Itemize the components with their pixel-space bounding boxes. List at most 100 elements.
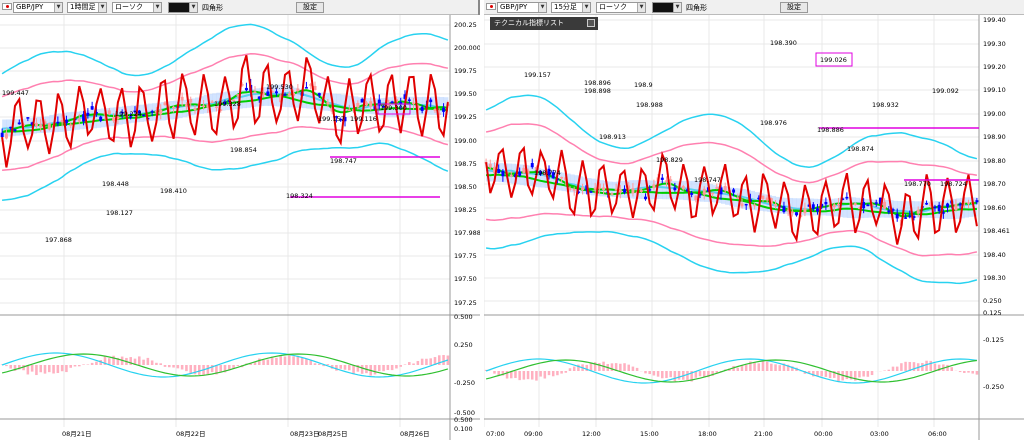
histogram-bar — [159, 363, 162, 365]
histogram-bar — [65, 365, 68, 373]
histogram-bar — [862, 371, 865, 377]
candle-body — [975, 200, 979, 203]
candle-body — [761, 195, 765, 200]
chart-type-select[interactable]: ローソク ▼ — [596, 2, 646, 13]
candle-body — [193, 108, 197, 110]
histogram-bar — [568, 368, 572, 371]
histogram-bar — [360, 365, 364, 374]
symbol-select[interactable]: GBP/JPY ▼ — [13, 2, 63, 13]
candle-body — [774, 204, 778, 207]
color-select[interactable]: ▼ — [168, 2, 198, 13]
histogram-bar — [69, 365, 72, 368]
histogram-bar — [753, 362, 756, 371]
candle-body — [665, 180, 668, 182]
price-annotation: 198.874 — [847, 145, 874, 153]
candle-body — [572, 189, 576, 191]
price-annotation: 198.976 — [760, 119, 787, 127]
chart-panel-left[interactable]: GBP/JPY ▼ 1時間足 ▼ ローソク ▼ ▼ 四角形 設定 199.447 199… — [0, 0, 480, 440]
price-annotation: 199.116 — [350, 115, 377, 123]
chart-type-select[interactable]: ローソク ▼ — [112, 2, 162, 13]
price-axis-label: 199.25 — [454, 113, 477, 121]
price-axis-label: 198.461 — [983, 227, 1010, 235]
histogram-bar — [172, 365, 175, 368]
price-annotation: 198.127 — [106, 209, 133, 217]
histogram-bar — [283, 356, 287, 365]
histogram-bar — [30, 365, 34, 372]
chart-panel-right[interactable]: GBP/JPY ▼ 15分足 ▼ ローソク ▼ ▼ 四角形 設定 199.157 198… — [484, 0, 1024, 440]
histogram-bar — [858, 371, 861, 378]
histogram-bar — [180, 365, 184, 370]
timeframe-select[interactable]: 1時間足 ▼ — [67, 2, 107, 13]
candle-body — [732, 189, 736, 193]
candle-body — [581, 187, 585, 191]
candle-body — [47, 123, 51, 130]
chevron-down-icon: ▼ — [98, 3, 106, 12]
candle-body — [253, 91, 257, 94]
histogram-bar — [262, 360, 265, 365]
price-chart[interactable]: 199.447 199.224 199.328 199.530 199.157 199.1… — [0, 15, 480, 440]
histogram-bar — [744, 364, 748, 371]
histogram-bar — [652, 371, 656, 376]
price-axis-label: 198.70 — [983, 180, 1006, 188]
price-annotation: 198.390 — [770, 39, 797, 47]
histogram-bar — [43, 365, 47, 374]
candle-body — [916, 209, 920, 214]
candle-body — [56, 121, 60, 124]
indicator-list-popup[interactable]: テクニカル指標リスト — [490, 17, 598, 30]
histogram-bar — [535, 371, 538, 381]
time-axis-label: 09:00 — [524, 430, 543, 438]
histogram-bar — [399, 365, 402, 367]
chevron-down-icon: ▼ — [673, 3, 681, 12]
candle-body — [77, 118, 81, 122]
candle-body — [202, 105, 206, 108]
histogram-bar — [39, 365, 42, 373]
candle-body — [908, 215, 912, 218]
timeframe-select[interactable]: 15分足 ▼ — [551, 2, 591, 13]
histogram-bar — [35, 365, 38, 376]
histogram-bar — [891, 366, 895, 371]
histogram-bar — [904, 361, 907, 371]
ichimoku-cloud-segment — [306, 90, 312, 109]
candle-body — [803, 208, 807, 214]
price-annotation: 198.410 — [160, 187, 187, 195]
chevron-down-icon: ▼ — [189, 3, 197, 12]
histogram-bar — [185, 365, 188, 372]
popup-toggle-icon[interactable] — [587, 19, 595, 27]
price-axis-label: 199.30 — [983, 40, 1006, 48]
histogram-bar — [686, 371, 689, 381]
histogram-bar — [522, 371, 526, 380]
histogram-bar — [343, 365, 347, 370]
histogram-bar — [925, 360, 928, 371]
histogram-bar — [56, 365, 60, 374]
histogram-bar — [673, 371, 677, 382]
histogram-bar — [619, 363, 622, 371]
candle-body — [266, 91, 270, 96]
price-annotation: 199.026 — [820, 56, 847, 64]
candle-body — [845, 196, 849, 199]
symbol-select[interactable]: GBP/JPY ▼ — [497, 2, 547, 13]
histogram-bar — [189, 365, 192, 374]
settings-button[interactable]: 設定 — [780, 2, 808, 13]
time-axis-label: 06:00 — [928, 430, 947, 438]
histogram-bar — [530, 371, 534, 380]
color-select[interactable]: ▼ — [652, 2, 682, 13]
histogram-bar — [300, 357, 304, 365]
histogram-bar — [275, 357, 278, 365]
histogram-bar — [266, 359, 270, 365]
histogram-bar — [644, 371, 647, 374]
price-axis-label: 198.90 — [983, 133, 1006, 141]
time-axis-label: 00:00 — [814, 430, 833, 438]
candle-body — [694, 195, 698, 201]
candle-body — [568, 188, 572, 190]
price-chart[interactable]: 199.157 198.896198.898 198.9 198.988 198.390… — [484, 15, 1024, 440]
settings-button[interactable]: 設定 — [296, 2, 324, 13]
histogram-bar — [395, 365, 398, 369]
price-annotation: 198.9 — [634, 81, 653, 89]
histogram-bar — [206, 365, 210, 375]
histogram-bar — [665, 371, 668, 379]
candle-body — [832, 204, 836, 208]
histogram-bar — [82, 364, 85, 365]
price-axis-label: 198.75 — [454, 160, 477, 168]
candle-body — [17, 122, 21, 125]
histogram-bar — [950, 367, 953, 371]
